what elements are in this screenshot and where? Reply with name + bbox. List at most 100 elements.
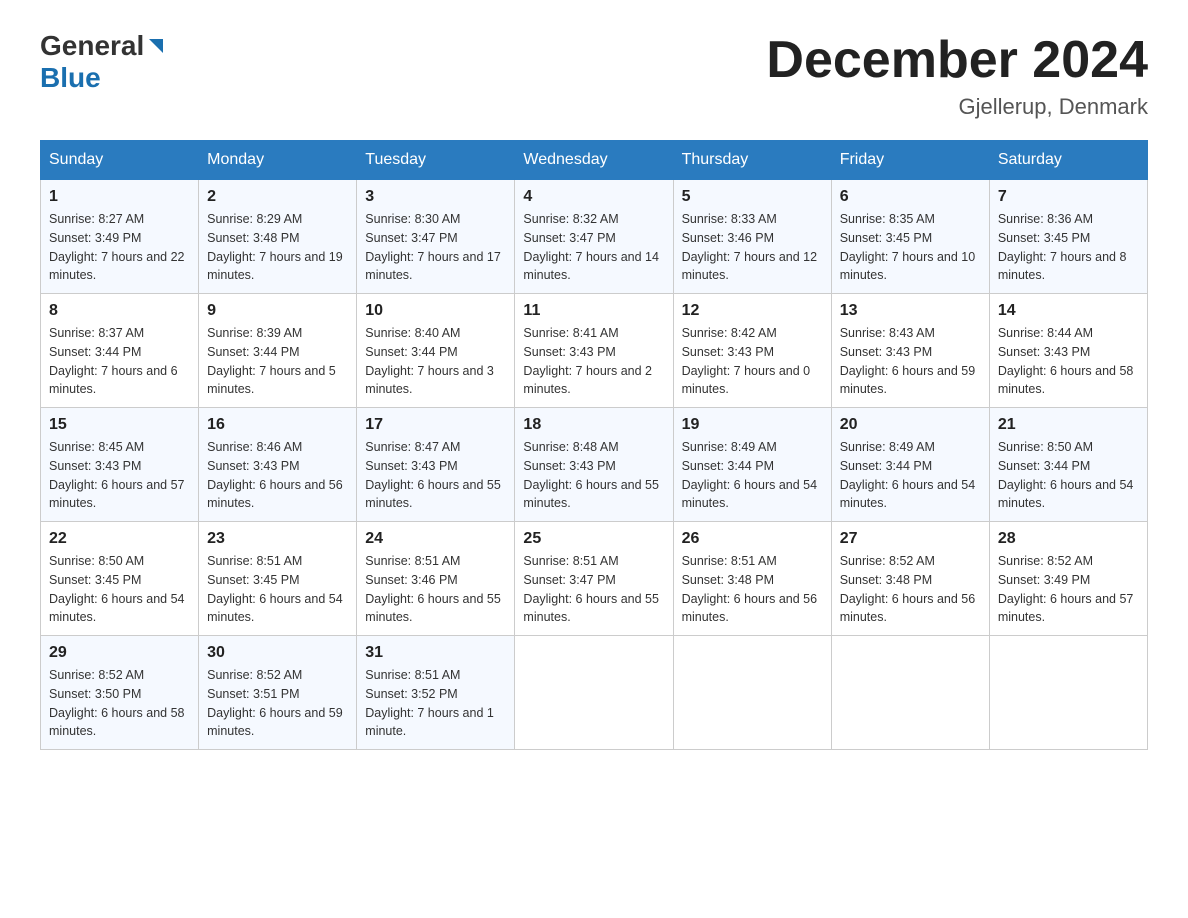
page-header: General Blue December 2024 Gjellerup, De…: [40, 30, 1148, 120]
calendar-week-row: 22Sunrise: 8:50 AMSunset: 3:45 PMDayligh…: [41, 522, 1148, 636]
calendar-cell: 30 Sunrise: 8:52 AMSunset: 3:51 PMDayligh…: [199, 636, 357, 750]
col-header-monday: Monday: [199, 141, 357, 180]
calendar-subtitle: Gjellerup, Denmark: [766, 94, 1148, 120]
logo-general-text: General: [40, 30, 144, 62]
day-number: 7: [998, 188, 1139, 206]
calendar-week-row: 29 Sunrise: 8:52 AMSunset: 3:50 PMDayligh…: [41, 636, 1148, 750]
day-info: Sunrise: 8:50 AMSunset: 3:45 PMDaylight:…: [49, 552, 190, 627]
day-info: Sunrise: 8:51 AMSunset: 3:47 PMDaylight:…: [523, 552, 664, 627]
day-number: 14: [998, 302, 1139, 320]
day-number: 31: [365, 644, 506, 662]
day-info: Sunrise: 8:52 AMSunset: 3:50 PMDaylight:…: [49, 666, 190, 741]
day-info: Sunrise: 8:35 AMSunset: 3:45 PMDaylight:…: [840, 210, 981, 285]
calendar-cell: 6Sunrise: 8:35 AMSunset: 3:45 PMDaylight…: [831, 180, 989, 294]
day-info: Sunrise: 8:52 AMSunset: 3:49 PMDaylight:…: [998, 552, 1139, 627]
day-info: Sunrise: 8:30 AMSunset: 3:47 PMDaylight:…: [365, 210, 506, 285]
day-number: 3: [365, 188, 506, 206]
day-info: Sunrise: 8:49 AMSunset: 3:44 PMDaylight:…: [840, 438, 981, 513]
day-info: Sunrise: 8:40 AMSunset: 3:44 PMDaylight:…: [365, 324, 506, 399]
calendar-cell: 22Sunrise: 8:50 AMSunset: 3:45 PMDayligh…: [41, 522, 199, 636]
calendar-cell: 26Sunrise: 8:51 AMSunset: 3:48 PMDayligh…: [673, 522, 831, 636]
calendar-cell: 8 Sunrise: 8:37 AMSunset: 3:44 PMDaylight…: [41, 294, 199, 408]
calendar-cell: 27 Sunrise: 8:52 AMSunset: 3:48 PMDayligh…: [831, 522, 989, 636]
calendar-cell: 29 Sunrise: 8:52 AMSunset: 3:50 PMDayligh…: [41, 636, 199, 750]
day-info: Sunrise: 8:44 AMSunset: 3:43 PMDaylight:…: [998, 324, 1139, 399]
day-number: 20: [840, 416, 981, 434]
calendar-cell: 20 Sunrise: 8:49 AMSunset: 3:44 PMDayligh…: [831, 408, 989, 522]
day-number: 29: [49, 644, 190, 662]
day-number: 21: [998, 416, 1139, 434]
day-number: 8: [49, 302, 190, 320]
day-info: Sunrise: 8:46 AMSunset: 3:43 PMDaylight:…: [207, 438, 348, 513]
day-info: Sunrise: 8:51 AMSunset: 3:52 PMDaylight:…: [365, 666, 506, 741]
day-info: Sunrise: 8:52 AMSunset: 3:51 PMDaylight:…: [207, 666, 348, 741]
calendar-cell: 13Sunrise: 8:43 AMSunset: 3:43 PMDayligh…: [831, 294, 989, 408]
calendar-header-row: SundayMondayTuesdayWednesdayThursdayFrid…: [41, 141, 1148, 180]
day-info: Sunrise: 8:39 AMSunset: 3:44 PMDaylight:…: [207, 324, 348, 399]
day-number: 30: [207, 644, 348, 662]
day-number: 18: [523, 416, 664, 434]
calendar-cell: 16 Sunrise: 8:46 AMSunset: 3:43 PMDayligh…: [199, 408, 357, 522]
logo-arrow-icon: [147, 37, 165, 60]
logo-blue-text: Blue: [40, 62, 101, 94]
calendar-cell: 14 Sunrise: 8:44 AMSunset: 3:43 PMDayligh…: [989, 294, 1147, 408]
day-number: 11: [523, 302, 664, 320]
calendar-cell: 2 Sunrise: 8:29 AMSunset: 3:48 PMDaylight…: [199, 180, 357, 294]
calendar-cell: 19Sunrise: 8:49 AMSunset: 3:44 PMDayligh…: [673, 408, 831, 522]
day-info: Sunrise: 8:52 AMSunset: 3:48 PMDaylight:…: [840, 552, 981, 627]
day-number: 13: [840, 302, 981, 320]
day-number: 4: [523, 188, 664, 206]
day-number: 9: [207, 302, 348, 320]
day-number: 1: [49, 188, 190, 206]
day-number: 28: [998, 530, 1139, 548]
calendar-cell: 11 Sunrise: 8:41 AMSunset: 3:43 PMDayligh…: [515, 294, 673, 408]
day-info: Sunrise: 8:51 AMSunset: 3:46 PMDaylight:…: [365, 552, 506, 627]
col-header-tuesday: Tuesday: [357, 141, 515, 180]
calendar-cell: 18 Sunrise: 8:48 AMSunset: 3:43 PMDayligh…: [515, 408, 673, 522]
calendar-cell: 25 Sunrise: 8:51 AMSunset: 3:47 PMDayligh…: [515, 522, 673, 636]
calendar-cell: 15 Sunrise: 8:45 AMSunset: 3:43 PMDayligh…: [41, 408, 199, 522]
calendar-cell: 12Sunrise: 8:42 AMSunset: 3:43 PMDayligh…: [673, 294, 831, 408]
title-block: December 2024 Gjellerup, Denmark: [766, 30, 1148, 120]
day-info: Sunrise: 8:37 AMSunset: 3:44 PMDaylight:…: [49, 324, 190, 399]
day-info: Sunrise: 8:29 AMSunset: 3:48 PMDaylight:…: [207, 210, 348, 285]
day-info: Sunrise: 8:41 AMSunset: 3:43 PMDaylight:…: [523, 324, 664, 399]
logo: General Blue: [40, 30, 165, 94]
calendar-cell: 21 Sunrise: 8:50 AMSunset: 3:44 PMDayligh…: [989, 408, 1147, 522]
calendar-week-row: 1 Sunrise: 8:27 AMSunset: 3:49 PMDaylight…: [41, 180, 1148, 294]
col-header-saturday: Saturday: [989, 141, 1147, 180]
day-info: Sunrise: 8:33 AMSunset: 3:46 PMDaylight:…: [682, 210, 823, 285]
day-number: 2: [207, 188, 348, 206]
day-info: Sunrise: 8:45 AMSunset: 3:43 PMDaylight:…: [49, 438, 190, 513]
day-info: Sunrise: 8:27 AMSunset: 3:49 PMDaylight:…: [49, 210, 190, 285]
day-info: Sunrise: 8:51 AMSunset: 3:45 PMDaylight:…: [207, 552, 348, 627]
col-header-friday: Friday: [831, 141, 989, 180]
day-info: Sunrise: 8:36 AMSunset: 3:45 PMDaylight:…: [998, 210, 1139, 285]
day-number: 19: [682, 416, 823, 434]
day-number: 24: [365, 530, 506, 548]
col-header-thursday: Thursday: [673, 141, 831, 180]
day-info: Sunrise: 8:32 AMSunset: 3:47 PMDaylight:…: [523, 210, 664, 285]
day-number: 16: [207, 416, 348, 434]
calendar-week-row: 8 Sunrise: 8:37 AMSunset: 3:44 PMDaylight…: [41, 294, 1148, 408]
col-header-wednesday: Wednesday: [515, 141, 673, 180]
calendar-cell: 24 Sunrise: 8:51 AMSunset: 3:46 PMDayligh…: [357, 522, 515, 636]
calendar-cell: 3 Sunrise: 8:30 AMSunset: 3:47 PMDaylight…: [357, 180, 515, 294]
calendar-cell: [989, 636, 1147, 750]
day-info: Sunrise: 8:50 AMSunset: 3:44 PMDaylight:…: [998, 438, 1139, 513]
calendar-table: SundayMondayTuesdayWednesdayThursdayFrid…: [40, 140, 1148, 750]
calendar-cell: 10Sunrise: 8:40 AMSunset: 3:44 PMDayligh…: [357, 294, 515, 408]
calendar-cell: 4 Sunrise: 8:32 AMSunset: 3:47 PMDaylight…: [515, 180, 673, 294]
day-number: 25: [523, 530, 664, 548]
day-number: 12: [682, 302, 823, 320]
day-number: 27: [840, 530, 981, 548]
calendar-cell: 23Sunrise: 8:51 AMSunset: 3:45 PMDayligh…: [199, 522, 357, 636]
day-number: 26: [682, 530, 823, 548]
col-header-sunday: Sunday: [41, 141, 199, 180]
day-number: 15: [49, 416, 190, 434]
calendar-cell: 17Sunrise: 8:47 AMSunset: 3:43 PMDayligh…: [357, 408, 515, 522]
calendar-cell: [515, 636, 673, 750]
day-info: Sunrise: 8:48 AMSunset: 3:43 PMDaylight:…: [523, 438, 664, 513]
calendar-cell: 1 Sunrise: 8:27 AMSunset: 3:49 PMDaylight…: [41, 180, 199, 294]
calendar-title: December 2024: [766, 30, 1148, 90]
